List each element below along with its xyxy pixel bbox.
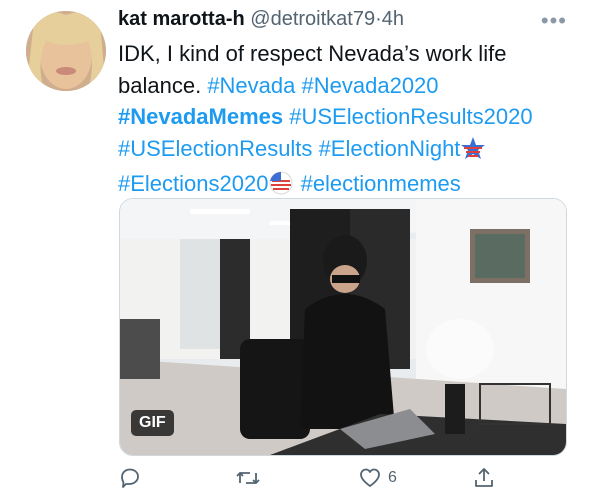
- hashtag-link[interactable]: #Nevada: [207, 73, 295, 98]
- retweet-button[interactable]: [235, 466, 261, 490]
- hashtag-link[interactable]: #NevadaMemes: [118, 104, 283, 129]
- timestamp[interactable]: 4h: [382, 8, 404, 30]
- gif-media[interactable]: [119, 198, 567, 456]
- separator-dot: ·: [375, 8, 382, 30]
- hashtag-link[interactable]: #electionmemes: [301, 171, 461, 196]
- display-name[interactable]: kat marotta-h: [118, 8, 245, 30]
- reply-button[interactable]: [118, 466, 142, 490]
- action-bar: 6: [0, 466, 595, 496]
- tweet-text: IDK, I kind of respect Nevada’s work lif…: [118, 38, 580, 204]
- hashtag-link[interactable]: #Elections2020: [118, 171, 268, 196]
- retweet-icon: [235, 466, 261, 490]
- hashtag-link[interactable]: #USElectionResults: [118, 136, 312, 161]
- like-button[interactable]: 6: [358, 466, 397, 490]
- tweet-header: kat marotta-h @detroitkat79·4h: [118, 8, 578, 38]
- reply-icon: [118, 466, 142, 490]
- share-icon: [472, 466, 496, 490]
- avatar[interactable]: [26, 11, 106, 91]
- hashtag-link[interactable]: #USElectionResults2020: [289, 104, 532, 129]
- share-button[interactable]: [472, 466, 496, 490]
- gif-badge: GIF: [131, 410, 174, 436]
- hashtag-link[interactable]: #ElectionNight: [319, 136, 461, 161]
- like-count: 6: [388, 469, 397, 486]
- user-handle[interactable]: @detroitkat79: [250, 8, 375, 30]
- hashtag-link[interactable]: #Nevada2020: [302, 73, 439, 98]
- ballot-star-emoji-icon: [460, 136, 486, 169]
- heart-icon: [358, 466, 382, 490]
- more-options-icon[interactable]: •••: [541, 8, 567, 34]
